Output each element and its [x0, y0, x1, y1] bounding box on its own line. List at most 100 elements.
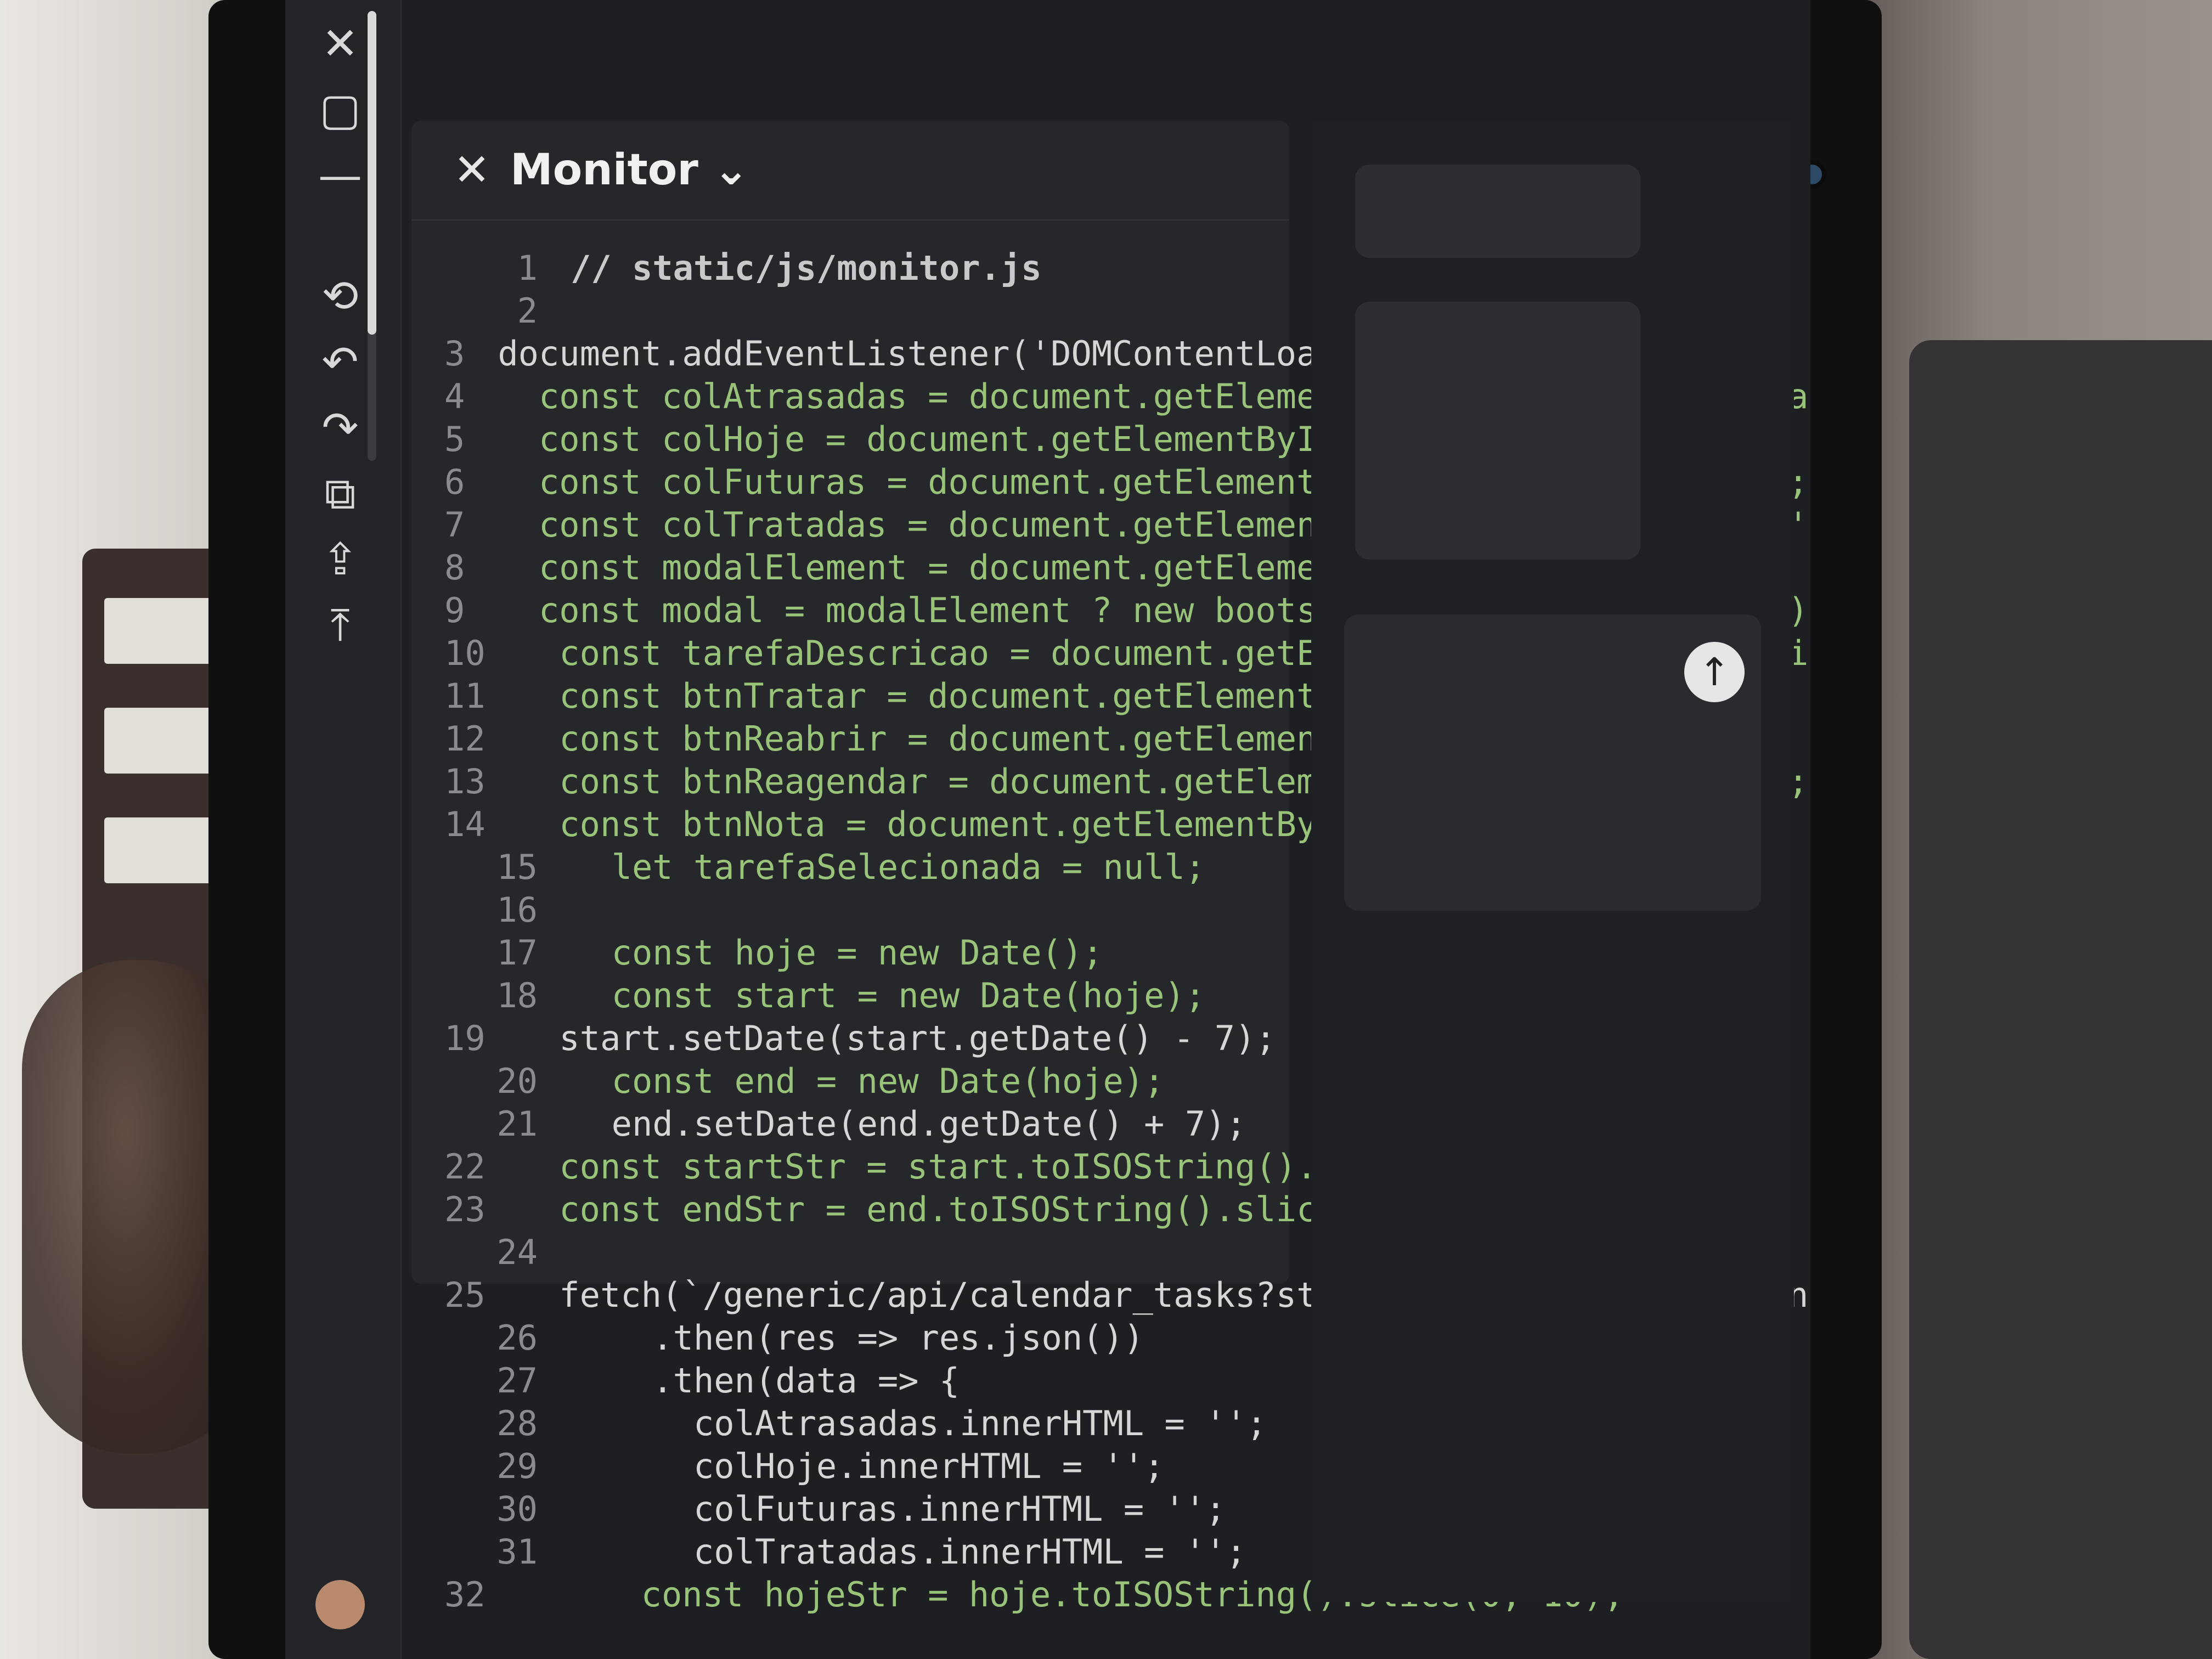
code-line[interactable]: 18 const start = new Date(hoje); [444, 974, 1267, 1017]
line-number: 16 [496, 890, 538, 930]
code-line[interactable]: 11 const btnTratar = document.getElement… [444, 675, 1685, 718]
code-text: .then(data => { [571, 1361, 960, 1401]
code-line[interactable]: 32 const hojeStr = hoje.toISOString().sl… [444, 1573, 1624, 1616]
code-line[interactable]: 12 const btnReabrir = document.getElemen… [444, 718, 1726, 760]
code-panel: ✕ Monitor ⌄ 1 // static/js/monitor.js 2 3 do… [411, 121, 1810, 1615]
code-line[interactable]: 13 const btnReagendar = document.getElem… [444, 760, 1808, 803]
code-text: let tarefaSelecionada = null; [571, 847, 1206, 887]
code-line[interactable]: 22 const startStr = start.toISOString().… [444, 1146, 1583, 1188]
code-line[interactable]: 31 colTratadas.innerHTML = ''; [444, 1531, 1267, 1573]
line-number: 32 [444, 1575, 486, 1615]
code-text: start.setDate(start.getDate() - 7); [518, 1018, 1276, 1058]
code-line[interactable]: 7 const colTratadas = document.getElemen… [444, 504, 1810, 546]
minimize-button[interactable]: — [307, 143, 373, 208]
line-number: 3 [444, 334, 465, 374]
code-line[interactable]: 9 const modal = modalElement ? new boots… [444, 589, 1808, 632]
code-line[interactable]: 17 const hoje = new Date(); [444, 932, 1267, 974]
panel-title[interactable]: Monitor ⌄ [510, 143, 749, 198]
line-number: 28 [496, 1403, 538, 1443]
code-text: colHoje.innerHTML = ''; [571, 1446, 1165, 1486]
code-line[interactable]: 16 [444, 889, 1267, 932]
code-line[interactable]: 30 colFuturas.innerHTML = ''; [444, 1488, 1267, 1531]
line-number: 19 [444, 1018, 486, 1058]
line-number: 14 [444, 804, 486, 844]
close-panel-button[interactable]: ✕ [444, 143, 499, 198]
code-line[interactable]: 1 // static/js/monitor.js [444, 247, 1267, 290]
code-line[interactable]: 28 colAtrasadas.innerHTML = ''; [444, 1402, 1267, 1445]
line-number: 11 [444, 676, 486, 716]
maximize-button[interactable]: ▢ [307, 77, 373, 143]
code-line[interactable]: 5 const colHoje = document.getElementByI… [444, 418, 1685, 461]
code-text: const end = new Date(hoje); [571, 1061, 1165, 1101]
undo-icon[interactable]: ↶ [307, 329, 373, 395]
line-number: 25 [444, 1275, 486, 1315]
code-line[interactable]: 24 [444, 1231, 1267, 1274]
upload-icon[interactable]: ⤒ [307, 592, 373, 658]
line-number: 26 [496, 1318, 538, 1358]
code-line[interactable]: 21 end.setDate(end.getDate() + 7); [444, 1103, 1267, 1146]
code-line[interactable]: 25 fetch(`/generic/api/calendar_tasks?st… [444, 1274, 1810, 1317]
line-number: 31 [496, 1532, 538, 1572]
copy-icon[interactable]: ⧉ [307, 461, 373, 527]
avatar[interactable] [315, 1580, 365, 1629]
line-number: 2 [517, 291, 538, 331]
code-text: colTratadas.innerHTML = ''; [571, 1532, 1246, 1572]
redo-icon[interactable]: ↷ [307, 395, 373, 461]
line-number: 12 [444, 719, 486, 759]
suggestion-card[interactable] [1355, 302, 1640, 560]
close-window-button[interactable]: ✕ [307, 11, 373, 77]
code-line[interactable]: 10 const tarefaDescricao = document.getE… [444, 632, 1810, 675]
code-text: const hoje = new Date(); [571, 933, 1103, 973]
code-text: const start = new Date(hoje); [571, 975, 1206, 1015]
code-line[interactable]: 15 let tarefaSelecionada = null; [444, 846, 1267, 889]
send-button[interactable]: ↑ [1684, 642, 1745, 702]
line-number: 27 [496, 1361, 538, 1401]
code-line[interactable]: 8 const modalElement = document.getEleme… [444, 546, 1768, 589]
line-number: 8 [444, 548, 465, 588]
suggestion-card[interactable] [1355, 165, 1640, 258]
code-line[interactable]: 4 const colAtrasadas = document.getEleme… [444, 375, 1810, 418]
line-number: 18 [496, 975, 538, 1015]
screen: ✕ ▢ — ⟲ ↶ ↷ ⧉ ⇪ ⤒ ✕ Monitor ⌄ 1 // static… [285, 0, 1810, 1659]
line-number: 7 [444, 505, 465, 545]
code-text: colAtrasadas.innerHTML = ''; [571, 1403, 1267, 1443]
code-line[interactable]: 29 colHoje.innerHTML = ''; [444, 1445, 1267, 1488]
code-line[interactable]: 26 .then(res => res.json()) [444, 1317, 1267, 1359]
line-number: 24 [496, 1232, 538, 1272]
code-line[interactable]: 27 .then(data => { [444, 1359, 1267, 1402]
code-line[interactable]: 20 const end = new Date(hoje); [444, 1060, 1267, 1103]
code-line[interactable]: 2 [444, 290, 1267, 332]
code-line[interactable]: 14 const btnNota = document.getElementBy… [444, 803, 1604, 846]
load-progress-fill [368, 11, 376, 335]
code-text: colFuturas.innerHTML = ''; [571, 1489, 1226, 1529]
panel-header: ✕ Monitor ⌄ [411, 121, 1289, 221]
line-number: 22 [444, 1147, 486, 1187]
code-text: // static/js/monitor.js [571, 248, 1042, 288]
line-number: 9 [444, 590, 465, 630]
line-number: 30 [496, 1489, 538, 1529]
code-text: .then(res => res.json()) [571, 1318, 1144, 1358]
line-number: 20 [496, 1061, 538, 1101]
code-editor[interactable]: 1 // static/js/monitor.js 2 3 document.addEv… [444, 247, 1810, 1616]
chevron-down-icon: ⌄ [713, 145, 749, 195]
line-number: 13 [444, 761, 486, 802]
line-number: 6 [444, 462, 465, 502]
code-text: end.setDate(end.getDate() + 7); [571, 1104, 1246, 1144]
share-icon[interactable]: ⇪ [307, 527, 373, 592]
panel-title-label: Monitor [510, 145, 698, 195]
load-progress [368, 11, 376, 461]
window-toolbar: ✕ ▢ — ⟲ ↶ ↷ ⧉ ⇪ ⤒ [285, 0, 402, 1659]
assistant-pane: ↑ [1311, 121, 1794, 1602]
line-number: 4 [444, 376, 465, 416]
code-line[interactable]: 3 document.addEventListener('DOMContentLo… [444, 332, 1583, 375]
history-icon[interactable]: ⟲ [307, 263, 373, 329]
line-number: 21 [496, 1104, 538, 1144]
line-number: 15 [496, 847, 538, 887]
code-line[interactable]: 19 start.setDate(start.getDate() - 7); [444, 1017, 1276, 1060]
laptop-case [1909, 340, 2212, 1659]
line-number: 17 [496, 933, 538, 973]
line-number: 29 [496, 1446, 538, 1486]
line-number: 23 [444, 1189, 486, 1229]
code-line[interactable]: 23 const endStr = end.toISOString().slic… [444, 1188, 1501, 1231]
code-line[interactable]: 6 const colFuturas = document.getElement… [444, 461, 1808, 504]
